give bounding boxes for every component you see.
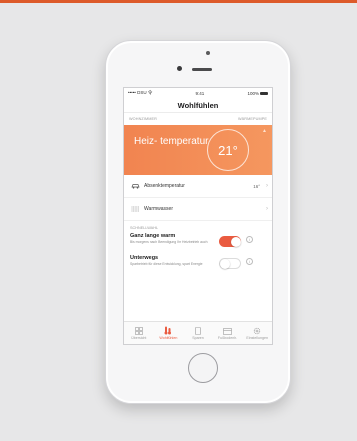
gear-icon — [252, 326, 262, 335]
setback-temperature-label: Absenktemperatur — [144, 183, 185, 189]
location-subheader: WOHNZIMMER WÄRMEPUMPE — [124, 113, 272, 125]
tab-label: Einstellungen — [246, 336, 268, 340]
iphone-device: ••••• DSU 令 9:41 100% Wohlfühlen WOHNZIM… — [105, 40, 291, 404]
grid-icon — [134, 326, 144, 335]
tab-label: Übersicht — [131, 336, 147, 340]
device-label[interactable]: WÄRMEPUMPE — [238, 117, 267, 121]
proximity-sensor — [177, 66, 182, 71]
room-label[interactable]: WOHNZIMMER — [129, 117, 157, 121]
thermometer-icon — [163, 326, 173, 335]
battery-indicator: 100% — [247, 91, 268, 96]
chevron-right-icon: › — [266, 183, 268, 189]
clock: 9:41 — [195, 90, 205, 96]
battery-percent: 100% — [247, 90, 259, 96]
toggle-description: Sparbetrieb für diese Entwicklung, spart… — [130, 262, 203, 266]
toggle-description: Bis morgens nach Beendigung Ihr Heizbetr… — [130, 240, 208, 244]
hot-water-label: Warmwasser — [144, 206, 173, 212]
long-warm-toggle[interactable] — [219, 236, 241, 247]
front-camera — [206, 51, 210, 55]
tab-label: Wohlfühlen — [159, 336, 178, 340]
tab-label: Fußbodenh. — [217, 336, 238, 340]
quick-select-heading: SCHNELLWAHL — [130, 226, 159, 230]
tab-save[interactable]: Sparen — [183, 322, 213, 344]
carrier-label: ••••• DSU 令 — [128, 90, 153, 95]
app-screen: ••••• DSU 令 9:41 100% Wohlfühlen WOHNZIM… — [124, 88, 272, 344]
top-accent-strip — [0, 0, 357, 3]
toggle-knob — [220, 259, 230, 269]
chevron-up-icon[interactable]: ▲ — [262, 128, 267, 134]
toggle-row-away: Unterwegs Sparbetrieb für diese Entwickl… — [124, 252, 272, 274]
tab-label: Sparen — [192, 336, 204, 340]
heating-temperature-card[interactable]: Heiz- temperatur 21° ▲ — [124, 125, 272, 175]
toggle-row-long-warm: Ganz lange warm Bis morgens nach Beendig… — [124, 230, 272, 252]
page-title: Wohlfühlen — [124, 98, 272, 113]
toggle-knob — [230, 236, 241, 247]
tab-floor-heating[interactable]: Fußbodenh. — [213, 322, 243, 344]
tab-overview[interactable]: Übersicht — [124, 322, 154, 344]
tab-settings[interactable]: Einstellungen — [242, 322, 272, 344]
chevron-right-icon: › — [266, 206, 268, 212]
leaf-icon — [193, 326, 203, 335]
away-toggle[interactable] — [219, 258, 241, 269]
setback-temperature-value: 16° — [253, 183, 260, 189]
water-icon — [130, 205, 140, 213]
home-button[interactable] — [188, 353, 218, 383]
info-icon[interactable]: i — [246, 258, 253, 265]
info-icon[interactable]: i — [246, 236, 253, 243]
heating-temperature-value: 21° — [218, 142, 238, 158]
bottom-tab-bar: Übersicht Wohlfühlen Sparen Fußbodenh. E… — [124, 321, 272, 344]
tab-wellbeing[interactable]: Wohlfühlen — [154, 322, 184, 344]
heating-temperature-label: Heiz- temperatur — [134, 136, 209, 147]
hot-water-row[interactable]: Warmwasser › — [124, 198, 272, 221]
setback-temperature-row[interactable]: Absenktemperatur 16° › — [124, 175, 272, 198]
battery-icon — [259, 91, 268, 96]
status-bar: ••••• DSU 令 9:41 100% — [124, 88, 272, 98]
earpiece-speaker — [192, 68, 212, 71]
calendar-icon — [223, 326, 233, 335]
car-icon — [130, 182, 140, 190]
